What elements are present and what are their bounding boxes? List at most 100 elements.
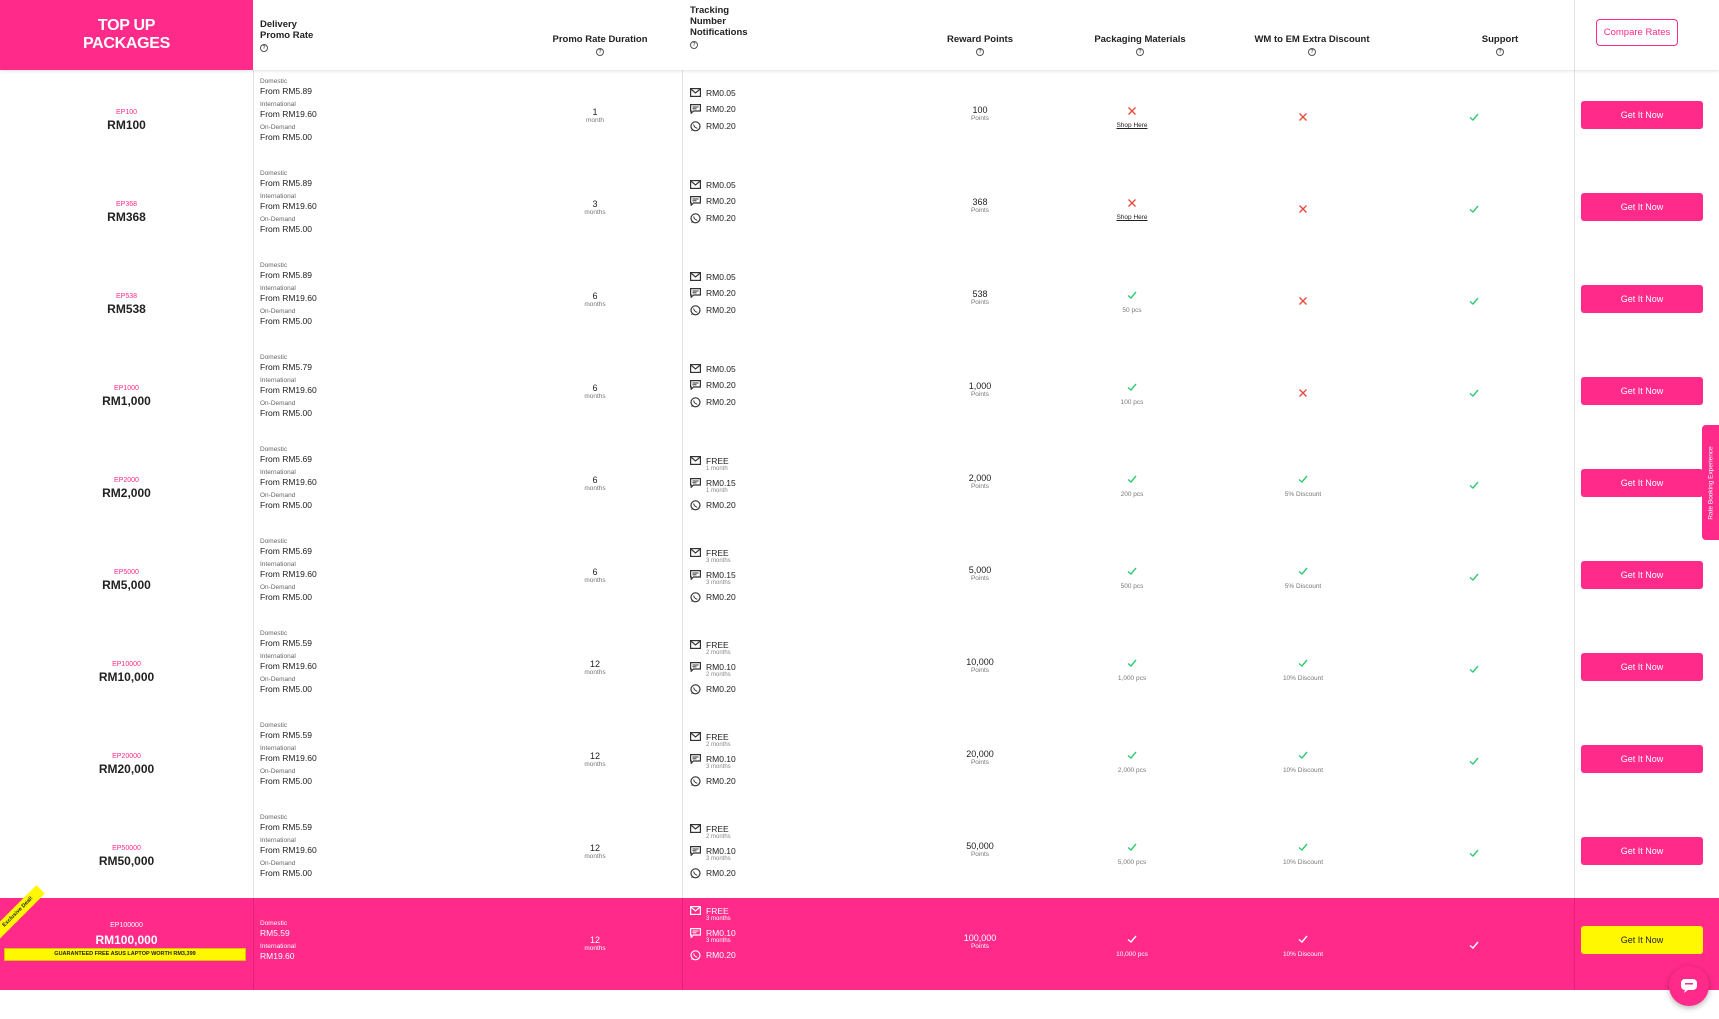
get-it-now-button[interactable]: Get It Now [1581,285,1703,313]
reward-points-value: 20,000 [966,749,994,759]
help-icon[interactable]: ? [596,48,604,56]
chat-button[interactable] [1669,966,1709,1006]
help-icon[interactable]: ? [1496,48,1504,56]
get-it-now-button[interactable]: Get It Now [1581,377,1703,405]
message-icon [690,928,701,940]
reward-points-value: 100,000 [963,933,997,943]
reward-points-unit: Points [970,943,990,950]
support-cell [1414,202,1534,220]
notification-line: RM0.20 [690,380,736,392]
wm-em-discount-cell: 10% Discount [1243,932,1363,958]
notification-price: RM0.20 [706,213,736,223]
notification-line: RM0.15 3 months [690,570,736,587]
rate-label-domestic: Domestic [260,262,288,269]
notification-line: RM0.20 [690,592,736,605]
get-it-now-button[interactable]: Get It Now [1581,561,1703,589]
help-icon[interactable]: ? [1308,48,1316,56]
notification-text: RM0.10 3 months [706,928,736,945]
get-it-now-button[interactable]: Get It Now [1581,745,1703,773]
compare-rates-button[interactable]: Compare Rates [1596,19,1678,46]
package-amount: RM538 [107,302,146,316]
get-it-now-button[interactable]: Get It Now [1581,469,1703,497]
check-icon [1072,932,1192,950]
packaging-qty: 2,000 pcs [1117,767,1147,774]
divider [253,898,254,990]
help-icon[interactable]: ? [1136,48,1144,56]
notification-line: RM0.20 [690,305,736,318]
whatsapp-icon [690,950,701,963]
divider [253,162,254,254]
notification-price: RM0.20 [706,776,736,786]
rate-value-domestic: From RM5.59 [260,822,312,832]
package-amount: RM100 [107,118,146,132]
notification-price: RM0.20 [706,684,736,694]
rate-label-ondemand: On-Demand [260,584,296,591]
package-amount: RM1,000 [102,394,151,408]
wm-em-discount-value: 10% Discount [1282,951,1324,958]
packaging-cell: 100 pcs [1072,380,1192,406]
duration-cell: 12 months [555,843,635,860]
email-icon [690,906,702,917]
duration-cell: 1month [555,107,635,124]
package-amount: RM5,000 [102,578,151,592]
packaging-qty: 1,000 pcs [1117,675,1147,682]
check-icon [1414,846,1534,864]
notification-line: RM0.10 3 months [690,754,736,771]
duration-unit: months [584,761,606,768]
notifications-cell: FREE 1 month RM0.15 1 month RM0.20 [690,456,736,518]
notification-line: FREE 3 months [690,906,736,923]
get-it-now-button[interactable]: Get It Now [1581,101,1703,129]
duration-cell: 3 months [555,199,635,216]
help-icon[interactable]: ? [976,48,984,56]
notification-text: FREE 3 months [706,906,731,923]
whatsapp-icon [690,868,701,881]
help-icon[interactable]: ? [690,41,698,49]
get-it-now-button[interactable]: Get It Now [1581,926,1703,954]
support-cell [1414,110,1534,128]
packaging-qty: 100 pcs [1120,399,1144,406]
rate-value-ondemand: From RM5.00 [260,408,312,418]
get-it-now-button[interactable]: Get It Now [1581,193,1703,221]
notification-text: RM0.10 2 months [706,662,736,679]
package-cell: EP100 RM100 [0,70,253,162]
notification-line: FREE 1 month [690,456,736,473]
support-cell [1414,386,1534,404]
duration-cell: 6 months [555,383,635,400]
notification-price: RM0.15 [706,570,736,580]
header-delivery: Delivery Promo Rate ? [260,19,313,89]
promo-rate-cell: Domestic From RM5.69 International From RM1… [260,446,317,515]
cross-icon [1243,202,1363,220]
notification-price: RM0.20 [706,380,736,390]
package-cell: EP10000 RM10,000 [0,622,253,714]
shop-here-link[interactable]: Shop Here [1072,122,1192,129]
notification-line: RM0.20 [690,288,736,300]
wm-em-discount-cell: 10% Discount [1243,840,1363,866]
rate-label-international: International [260,561,296,568]
reward-points-value: 1,000 [968,381,992,391]
notification-text: FREE 1 month [706,456,729,473]
package-cell: EP5000 RM5,000 [0,530,253,622]
help-icon[interactable]: ? [260,44,268,52]
get-it-now-button[interactable]: Get It Now [1581,837,1703,865]
wm-em-discount-cell: 5% Discount [1243,472,1363,498]
header-wm-em-label: WM to EM Extra Discount [1254,34,1370,45]
rate-booking-experience-tab[interactable]: Rate Booking Experience [1702,425,1719,540]
get-it-now-button[interactable]: Get It Now [1581,653,1703,681]
email-icon [690,88,702,99]
email-icon [690,180,702,191]
check-icon [1072,656,1192,674]
notification-price: FREE [706,732,729,742]
packaging-cell: 1,000 pcs [1072,656,1192,682]
duration-value: 1 [592,107,598,117]
notification-text: FREE 2 months [706,732,731,749]
package-row: EP10000 RM10,000 Domestic From RM5.59 Intern… [0,622,1719,715]
duration-value: 3 [592,199,598,209]
divider [682,346,683,438]
check-icon [1243,472,1363,490]
notification-line: RM0.20 [690,121,736,134]
check-icon [1414,110,1534,128]
notification-line: RM0.10 3 months [690,928,736,945]
rate-label-ondemand: On-Demand [260,400,296,407]
shop-here-link[interactable]: Shop Here [1072,214,1192,221]
rate-label-international: International [260,377,296,384]
